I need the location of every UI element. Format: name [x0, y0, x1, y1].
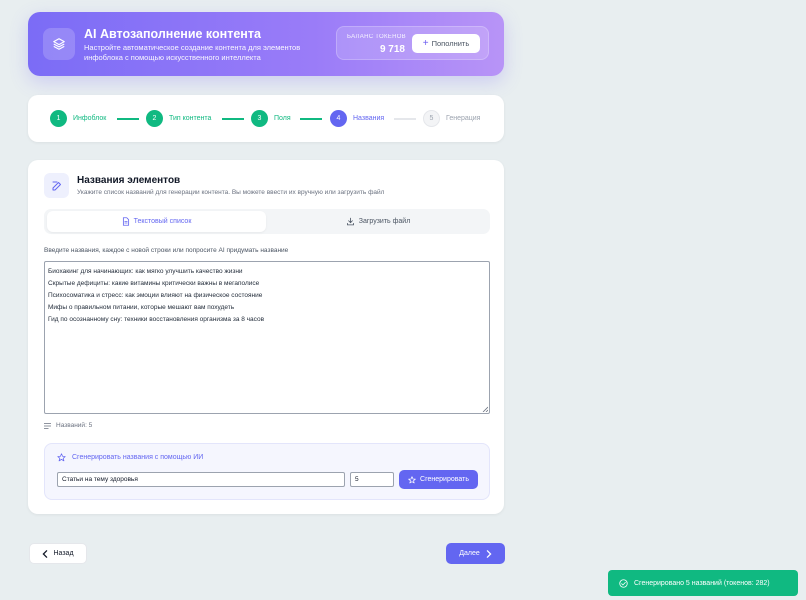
edit-icon: [44, 173, 69, 198]
next-button[interactable]: Далее: [446, 543, 505, 564]
toast-message: Сгенерировано 5 названий (токенов: 282): [634, 579, 770, 587]
topic-input[interactable]: Статьи на тему здоровья: [57, 472, 345, 487]
step-label: Генерация: [446, 114, 481, 122]
section-title: Названия элементов: [77, 175, 181, 186]
topup-button[interactable]: + Пополнить: [412, 34, 480, 53]
chevron-left-icon: [42, 549, 48, 558]
next-button-label: Далее: [459, 550, 480, 557]
input-mode-tabs: Текстовый список Загрузить файл: [44, 209, 490, 234]
star-icon: [408, 475, 416, 483]
name-line: Скрытые дефициты: какие витамины критиче…: [48, 280, 260, 287]
step-label: Названия: [353, 114, 385, 122]
plus-icon: +: [422, 37, 429, 49]
generate-button[interactable]: Сгенерировать: [399, 470, 478, 489]
topup-label: Пополнить: [431, 39, 470, 48]
balance-value: 9 718: [379, 44, 405, 55]
step-connector: [300, 118, 322, 120]
names-count-label: Названий: 5: [56, 422, 93, 429]
wizard-steps: 1 Инфоблок 2 Тип контента 3 Поля 4 Назва…: [28, 95, 504, 142]
section-subtitle: Укажите список названий для генерации ко…: [77, 189, 385, 196]
step-number: 3: [251, 109, 268, 127]
step-names[interactable]: 4 Названия: [330, 109, 384, 127]
generator-title-label: Сгенерировать названия с помощью ИИ: [72, 454, 204, 461]
back-button-label: Назад: [53, 550, 74, 557]
step-label: Инфоблок: [73, 114, 107, 122]
name-line: Гид по осознанному сну: техники восстано…: [48, 316, 265, 323]
step-label: Тип контента: [169, 114, 212, 122]
balance-label: БАЛАНС ТОКЕНОВ: [347, 34, 406, 40]
step-content-type[interactable]: 2 Тип контента: [146, 109, 211, 127]
star-icon: [57, 453, 66, 462]
step-number: 4: [330, 109, 347, 127]
step-label: Поля: [274, 114, 291, 122]
name-line: Мифы о правильном питании, которые мешаю…: [48, 304, 235, 311]
header-banner: AI Автозаполнение контента Настройте авт…: [28, 12, 504, 76]
step-generation[interactable]: 5 Генерация: [423, 109, 480, 127]
layers-icon: [43, 28, 75, 60]
resize-handle-icon[interactable]: [482, 406, 488, 412]
success-toast: Сгенерировано 5 названий (токенов: 282): [608, 570, 798, 596]
tab-upload-file[interactable]: Загрузить файл: [269, 211, 487, 232]
names-count: Названий: 5: [44, 422, 92, 429]
name-line: Психосоматика и стресс: как эмоции влияю…: [48, 292, 263, 299]
step-connector: [394, 118, 416, 120]
name-line: Биохакинг для начинающих: как мягко улуч…: [48, 268, 243, 275]
generate-button-label: Сгенерировать: [420, 476, 469, 483]
tab-label: Текстовый список: [133, 218, 192, 225]
generator-title: Сгенерировать названия с помощью ИИ: [57, 453, 203, 462]
check-circle-icon: [619, 578, 628, 588]
names-card: Названия элементов Укажите список назван…: [28, 160, 504, 514]
names-field-label: Введите названия, каждое с новой строки …: [44, 247, 289, 254]
names-textarea[interactable]: Биохакинг для начинающих: как мягко улуч…: [44, 261, 490, 414]
list-icon: [44, 422, 51, 429]
page-description: Настройте автоматическое создание контен…: [84, 43, 301, 62]
step-fields[interactable]: 3 Поля: [251, 109, 291, 127]
step-infoblock[interactable]: 1 Инфоблок: [50, 109, 106, 127]
tab-label: Загрузить файл: [358, 218, 411, 225]
page-title: AI Автозаполнение контента: [84, 27, 261, 41]
back-button[interactable]: Назад: [29, 543, 87, 564]
ai-generator-panel: Сгенерировать названия с помощью ИИ Стат…: [44, 443, 490, 500]
chevron-right-icon: [486, 549, 492, 558]
step-number: 2: [146, 109, 163, 127]
tab-text-list[interactable]: Текстовый список: [47, 211, 266, 232]
document-icon: [122, 217, 129, 226]
step-connector: [117, 118, 139, 120]
token-balance: БАЛАНС ТОКЕНОВ 9 718 + Пополнить: [336, 26, 489, 60]
download-icon: [346, 217, 354, 226]
step-connector: [222, 118, 244, 120]
quantity-input[interactable]: 5: [350, 472, 394, 487]
step-number: 5: [423, 109, 440, 127]
step-number: 1: [50, 109, 67, 127]
